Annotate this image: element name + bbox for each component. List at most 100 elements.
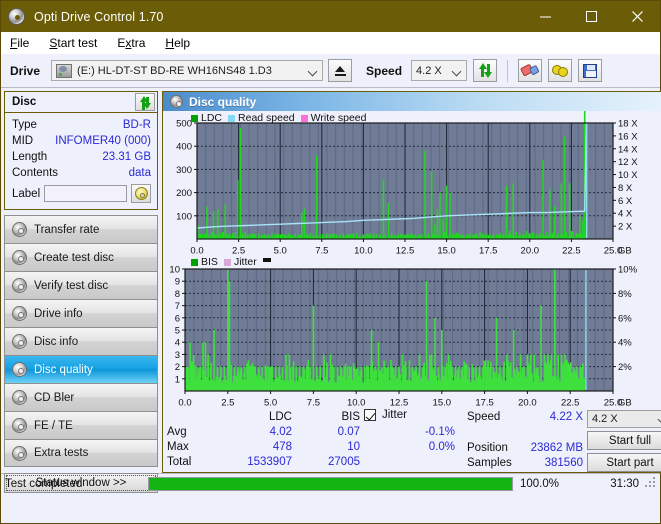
svg-text:14 X: 14 X	[618, 144, 638, 155]
sidebar-item-create-test-disc[interactable]: Create test disc	[4, 243, 158, 271]
speed-label: Speed	[366, 63, 403, 78]
window-title: Opti Drive Control 1.70	[34, 9, 164, 24]
sidebar-item-verify-test-disc[interactable]: Verify test disc	[4, 271, 158, 299]
summary-row-spacer	[467, 425, 587, 440]
menu-item-file[interactable]: FFileile	[10, 36, 29, 50]
erase-button[interactable]	[518, 59, 543, 82]
legend-item-read-speed: Read speed	[228, 112, 295, 124]
refresh-button[interactable]	[473, 59, 498, 82]
svg-text:10 X: 10 X	[618, 170, 638, 181]
menu-bar: FFileile Start test Extra Help	[1, 32, 660, 54]
summary-row-samples: Samples 381560	[467, 455, 587, 470]
sidebar-item-transfer-rate[interactable]: Transfer rate	[4, 215, 158, 243]
stats-table: LDC BIS Avg 4.02 0.07 -0.1% Max 478 10 0…	[167, 409, 467, 472]
svg-text:200: 200	[176, 188, 192, 199]
speed-select[interactable]: 4.2 X	[411, 60, 468, 81]
panel-title: Disc quality	[189, 94, 257, 109]
svg-text:12.5: 12.5	[390, 398, 409, 408]
svg-text:6%: 6%	[618, 313, 632, 324]
sidebar-item-disc-quality[interactable]: Disc quality	[4, 355, 158, 383]
stats-row-max: Max 478 10 0.0%	[167, 439, 467, 454]
menu-item-help[interactable]: Help	[165, 36, 190, 50]
stats-row-label: Avg	[167, 425, 187, 438]
progress-percent: 100.0%	[520, 477, 560, 490]
svg-text:8%: 8%	[618, 289, 632, 300]
svg-text:8 X: 8 X	[618, 183, 633, 194]
jitter-label: Jitter	[382, 409, 407, 421]
svg-text:7.5: 7.5	[307, 398, 320, 408]
sidebar-item-disc-info[interactable]: Disc info	[4, 327, 158, 355]
disc-label-input[interactable]	[44, 185, 127, 202]
minimize-button[interactable]	[522, 1, 568, 32]
sidebar-item-extra-tests[interactable]: Extra tests	[4, 439, 158, 467]
app-icon	[8, 8, 25, 25]
svg-text:2: 2	[175, 362, 180, 373]
jitter-checkbox[interactable]	[364, 409, 376, 421]
disc-icon	[12, 306, 27, 321]
disc-label-button[interactable]	[131, 184, 151, 203]
maximize-button[interactable]	[568, 1, 614, 32]
sidebar-item-fe-te[interactable]: FE / TE	[4, 411, 158, 439]
legend-label: Write speed	[310, 112, 367, 124]
disc-icon	[12, 334, 27, 349]
disc-panel-header: Disc	[5, 92, 157, 113]
sidebar-item-drive-info[interactable]: Drive info	[4, 299, 158, 327]
disc-quality-icon	[170, 95, 183, 108]
save-button[interactable]	[578, 59, 603, 82]
legend-swatch	[228, 114, 236, 122]
svg-text:5.0: 5.0	[274, 246, 287, 256]
stats-col-ldc: LDC	[268, 410, 292, 423]
menu-item-extra[interactable]: Extra	[117, 36, 145, 50]
disc-icon	[12, 445, 27, 461]
svg-text:12 X: 12 X	[618, 157, 638, 168]
disc-type-label: Type	[12, 119, 37, 131]
eject-button[interactable]	[328, 59, 353, 82]
stats-max-jitter: 0.0%	[428, 440, 455, 453]
chevron-down-icon	[453, 68, 462, 74]
svg-text:5: 5	[175, 326, 180, 337]
svg-text:1: 1	[175, 374, 180, 385]
disc-mid-label: MID	[12, 135, 34, 147]
disc-icon	[12, 222, 27, 237]
start-part-button[interactable]: Start part	[587, 453, 661, 472]
window-controls	[522, 1, 660, 32]
legend-item-jitter: Jitter	[223, 256, 257, 268]
status-text: Test completed	[5, 477, 83, 490]
drive-select[interactable]: (E:) HL-DT-ST BD-RE WH16NS48 1.D3	[51, 60, 324, 81]
menu-item-start-test[interactable]: Start test	[49, 36, 97, 50]
test-speed-select[interactable]: 4.2 X	[587, 410, 661, 428]
disc-refresh-button[interactable]	[135, 93, 155, 111]
resize-grip[interactable]	[645, 477, 658, 490]
content-area: Disc quality LDC Read speed Write speed	[161, 88, 661, 473]
disc-length-value: 23.31 GB	[102, 151, 151, 163]
refresh-icon	[478, 63, 493, 78]
disc-row-length: Length 23.31 GB	[12, 149, 151, 165]
svg-text:GB: GB	[618, 246, 632, 256]
disc-row-contents: Contents data	[12, 165, 151, 181]
stats-row-avg: Avg 4.02 0.07 -0.1%	[167, 424, 467, 439]
eject-icon	[334, 65, 346, 76]
svg-text:6: 6	[175, 313, 180, 324]
disc-icon	[12, 250, 27, 265]
legend-item-write-speed: Write speed	[300, 112, 367, 124]
sidebar-item-label: Verify test disc	[34, 279, 109, 292]
start-full-button[interactable]: Start full	[587, 431, 661, 450]
bis-chart-legend: BIS Jitter	[191, 256, 280, 268]
disc-icon	[12, 390, 27, 405]
close-button[interactable]	[614, 1, 660, 32]
navigation-list: Transfer rate Create test disc Verify te…	[4, 215, 158, 467]
svg-text:GB: GB	[618, 398, 632, 408]
refresh-icon	[139, 95, 152, 110]
settings-button[interactable]	[548, 59, 573, 82]
legend-swatch	[191, 114, 198, 122]
disc-panel: Disc Type BD-R MID INFOMER40 (000) Lengt…	[4, 91, 158, 210]
svg-text:4 X: 4 X	[618, 209, 633, 220]
summary-speed-value: 4.22 X	[549, 411, 583, 423]
sidebar-item-cd-bler[interactable]: CD Bler	[4, 383, 158, 411]
progress-bar-track	[148, 476, 513, 491]
disc-quality-panel: Disc quality LDC Read speed Write speed	[162, 91, 661, 473]
stats-max-ldc: 478	[272, 440, 292, 453]
sidebar-item-label: Disc info	[34, 335, 79, 348]
optical-drive-icon	[56, 63, 73, 78]
svg-text:18 X: 18 X	[618, 119, 638, 130]
